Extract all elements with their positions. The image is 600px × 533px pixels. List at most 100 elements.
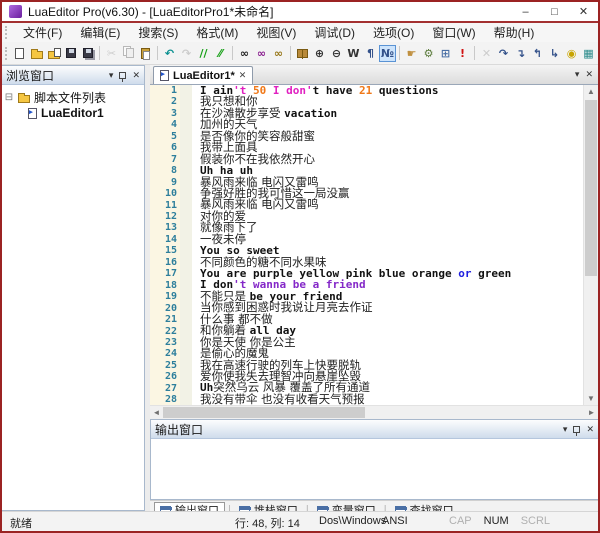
editor-line[interactable]: 对你的爱 [200,211,598,222]
status-ready: 就绪 [10,515,32,531]
toolbar-stop-debug-button[interactable]: ✕ [478,45,495,62]
menu-items: 文件(F)编辑(E)搜索(S)格式(M)视图(V)调试(D)选项(O)窗口(W)… [14,24,543,41]
toolbar-redo-button[interactable]: ↷ [178,45,195,62]
tree-item-luaeditor1[interactable]: LuaEditor1 [28,105,142,121]
toolbar-separator [232,46,233,60]
toolbar-find-next-button[interactable]: ∞ [253,45,270,62]
app-icon [9,5,22,18]
tabbar-dropdown-icon[interactable]: ▾ [575,69,580,80]
toolbar-step-into-button[interactable]: ↴ [512,45,529,62]
toolbar-word-wrap-button[interactable]: W [345,45,362,62]
menu-item-4[interactable]: 格式(M) [187,24,247,41]
toolbar-run-to-cursor-button[interactable]: ↳ [546,45,563,62]
output-pin-icon[interactable] [573,426,580,433]
close-button[interactable]: ✕ [569,5,598,18]
editor-line[interactable]: 是否像你的笑容般甜蜜 [200,131,598,142]
editor-tab[interactable]: LuaEditor1* ✕ [153,66,253,84]
toolbar-cut-button[interactable]: ✂ [103,45,120,62]
toolbar-zoom-in-button[interactable]: ⊕ [311,45,328,62]
minimize-button[interactable]: – [511,6,540,18]
hscroll-thumb[interactable] [163,407,365,418]
scroll-down-icon[interactable]: ▼ [587,392,595,405]
dictionary-icon [297,49,308,58]
toolbar-environment-options-button[interactable]: ▦ [580,45,597,62]
panel-pin-icon[interactable] [119,72,126,79]
toolbar-separator [290,46,291,60]
editor-line[interactable]: 在沙滩散步享受 vacation [200,108,598,119]
toolbar-separator [157,46,158,60]
output-dropdown-icon[interactable]: ▾ [563,424,568,435]
editor-tab-label: LuaEditor1* [173,70,235,82]
scroll-up-icon[interactable]: ▲ [587,85,595,98]
toolbar-compile-script-button[interactable]: ⚙ [420,45,437,62]
tab-close-icon[interactable]: ✕ [239,70,247,81]
line-number: 7 [150,154,177,165]
status-lock-scrl: SCRL [521,515,550,527]
toolbar-find-in-files-button[interactable]: ∞ [270,45,287,62]
line-number: 19 [150,291,177,302]
line-number: 21 [150,314,177,325]
code-editor[interactable]: 1234567891011121314151617181920212223242… [150,85,598,405]
editor-line[interactable]: 暴风雨来临 电闪又雷鸣 [200,199,598,210]
toolbar-zoom-out-button[interactable]: ⊖ [328,45,345,62]
menu-item-9[interactable]: 帮助(H) [485,24,544,41]
toolbar-run-script-button[interactable]: ! [454,45,471,62]
code-area[interactable]: I ain't 50 I don't have 21 questions我只想和… [192,85,598,405]
status-cursor-position: 行: 48, 列: 14 [235,515,300,531]
status-lock-cap: CAP [449,515,472,527]
toolbar-new-file-button[interactable] [11,45,28,62]
scroll-left-icon[interactable]: ◄ [150,408,163,417]
panel-dropdown-icon[interactable]: ▾ [109,70,114,81]
toolbar-breakpoint-list-button[interactable]: ◉ [563,45,580,62]
line-number: 6 [150,142,177,153]
toolbar-undo-button[interactable]: ↶ [161,45,178,62]
menu-item-5[interactable]: 视图(V) [247,24,305,41]
toolbar-find-button[interactable]: ∞ [236,45,253,62]
toolbar-save-button[interactable] [62,45,79,62]
script-file-icon [28,108,37,119]
editor-line[interactable]: 就像雨下了 [200,222,598,233]
editor-line[interactable]: 假装你不在我依然开心 [200,154,598,165]
toolbar-paste-button[interactable] [137,45,154,62]
save-icon [66,48,76,58]
panel-close-icon[interactable]: ✕ [132,70,140,81]
tree-expand-icon[interactable]: ⊟ [4,92,14,103]
toolbar-add-script-button[interactable] [45,45,62,62]
tree-root-row[interactable]: ⊟ 脚本文件列表 [4,89,142,105]
menu-item-2[interactable]: 编辑(E) [71,24,129,41]
menu-item-8[interactable]: 窗口(W) [423,24,484,41]
maximize-button[interactable]: □ [540,6,569,18]
toolbar-pan-hand-button[interactable]: ☛ [403,45,420,62]
window-title: LuaEditor Pro(v6.30) - [LuaEditorPro1*未命… [28,3,273,20]
editor-line[interactable]: 我没有带伞 也没有收看天气预报 [200,394,598,405]
menu-item-7[interactable]: 选项(O) [364,24,423,41]
toolbar-load-script-button[interactable]: ⊞ [437,45,454,62]
scroll-right-icon[interactable]: ► [585,408,598,417]
output-close-icon[interactable]: ✕ [586,424,594,435]
tabbar-close-icon[interactable]: ✕ [585,69,593,80]
toolbar-open-file-button[interactable] [28,45,45,62]
editor-tab-bar: LuaEditor1* ✕ ▾ ✕ [150,65,598,85]
editor-line[interactable]: I ain't 50 I don't have 21 questions [200,85,598,96]
toolbar-save-all-button[interactable] [79,45,96,62]
toolbar-show-paragraph-button[interactable]: ¶ [362,45,379,62]
save-all-icon [83,48,93,58]
output-panel: 输出窗口 ▾ ✕ [150,419,598,500]
menu-item-6[interactable]: 调试(D) [305,24,364,41]
toolbar-comment-button[interactable]: // [195,45,212,62]
toolbar-copy-button[interactable] [120,45,137,62]
line-number: 14 [150,234,177,245]
editor-hscrollbar[interactable]: ◄ ► [150,405,598,419]
toolbar-step-out-button[interactable]: ↰ [529,45,546,62]
toolbar-uncomment-button[interactable]: ⁄⁄ [212,45,229,62]
line-number: 15 [150,245,177,256]
tree-item-label: LuaEditor1 [41,106,104,120]
menu-item-3[interactable]: 搜索(S) [129,24,187,41]
toolbar-step-over-button[interactable]: ↷ [495,45,512,62]
toolbar-line-numbers-button[interactable]: № [379,45,396,62]
output-content [151,439,598,499]
toolbar-dictionary-button[interactable] [294,45,311,62]
menu-item-1[interactable]: 文件(F) [14,24,71,41]
editor-vscrollbar[interactable]: ▲ ▼ [583,85,598,405]
vscroll-thumb[interactable] [585,100,597,276]
